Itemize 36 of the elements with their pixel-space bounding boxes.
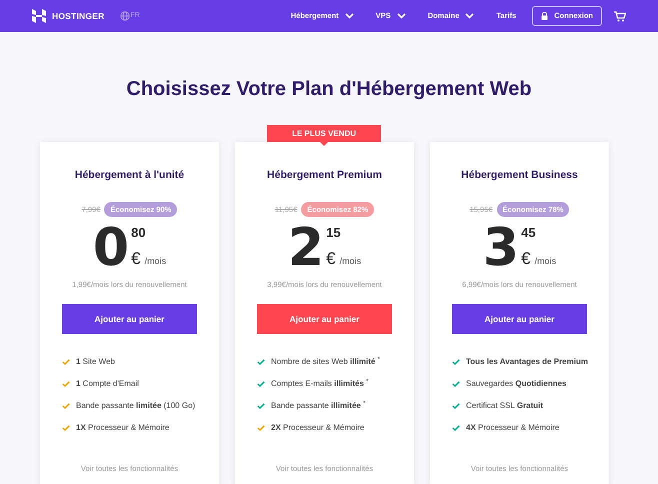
feature-text: Nombre de sites Web illimité $^{*}$ <box>271 356 380 368</box>
feature-text: 1 Compte d'Email <box>76 378 139 390</box>
price-cents: 80 <box>131 225 147 241</box>
shopping-cart-icon[interactable] <box>614 10 626 22</box>
feature-text: 2X Processeur & Mémoire <box>271 422 364 434</box>
feature-text: Tous les Avantages de Premium <box>466 356 588 368</box>
feature-text: 1 Site Web <box>76 356 115 368</box>
feature-text: 1X Processeur & Mémoire <box>76 422 170 434</box>
price-integer: 3 <box>482 223 520 273</box>
brand-name: HOSTINGER <box>52 10 104 22</box>
price-period: /mois <box>340 255 362 268</box>
price-period: /mois <box>534 255 556 268</box>
price-cents: 45 <box>521 225 537 241</box>
price-integer: 0 <box>92 223 130 273</box>
currency-symbol: € <box>131 250 141 268</box>
feature-text: Bande passante illimitée $^{*}$ <box>271 400 366 412</box>
price-integer: 2 <box>288 223 324 273</box>
plan-name: Hébergement Premium <box>267 168 382 183</box>
feature-text: Bande passante limitée (100 Go) <box>76 400 196 412</box>
feature-text: Sauvegardes Quotidiennes <box>466 378 566 390</box>
feature-text: 4X Processeur & Mémoire <box>466 422 560 434</box>
add-to-cart-button[interactable]: Ajouter au panier <box>257 304 392 334</box>
price-cents: 15 <box>326 225 342 241</box>
globe-icon <box>120 11 130 21</box>
page-heading: Choisissez Votre Plan d'Hébergement Web <box>125 77 533 102</box>
feature-text: Comptes E-mails illimités $^{*}$ <box>271 378 368 390</box>
add-to-cart-button[interactable]: Ajouter au panier <box>452 304 587 334</box>
add-to-cart-button[interactable]: Ajouter au panier <box>62 304 197 334</box>
feature-text: Certificat SSL Gratuit <box>466 400 544 412</box>
currency-symbol: € <box>326 250 336 268</box>
lock-icon <box>541 12 548 20</box>
price-period: /mois <box>144 255 166 268</box>
brand-logo-icon <box>32 9 46 23</box>
plan-name: Hébergement Business <box>461 168 578 183</box>
plan-name: Hébergement à l'unité <box>74 168 184 183</box>
currency-symbol: € <box>521 250 531 268</box>
